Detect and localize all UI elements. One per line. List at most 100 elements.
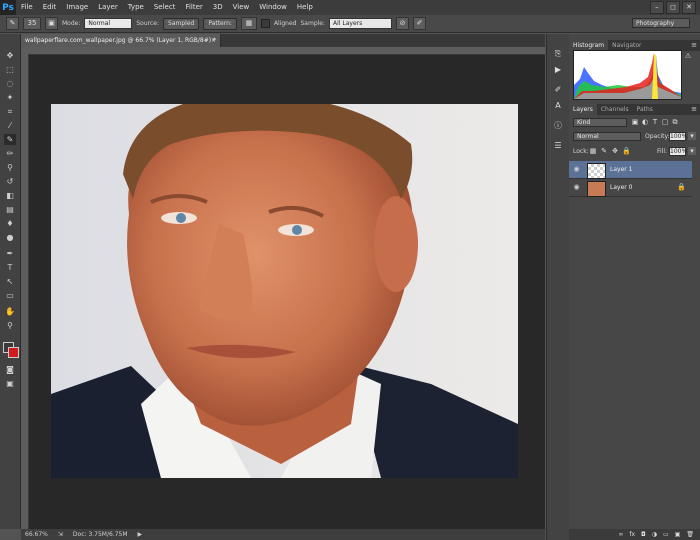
crop-tool-icon[interactable]: ⌗ (4, 106, 16, 117)
lasso-tool-icon[interactable]: ◌ (4, 78, 16, 89)
menu-file[interactable]: File (16, 0, 38, 15)
menu-image[interactable]: Image (61, 0, 93, 15)
dodge-tool-icon[interactable]: ● (4, 232, 16, 243)
hand-tool-icon[interactable]: ✋ (4, 306, 16, 317)
aligned-checkbox[interactable] (260, 19, 270, 28)
workspace-select[interactable]: Photography (632, 18, 690, 28)
eyedropper-tool-icon[interactable]: ⁄ (4, 120, 16, 131)
mask-icon[interactable]: ◘ (641, 531, 646, 538)
layer-filter-kind-select[interactable]: Kind (573, 118, 627, 127)
document-tab[interactable]: wallpaperflare.com_wallpaper.jpg @ 66.7%… (21, 34, 221, 47)
new-layer-icon[interactable]: ▣ (675, 531, 681, 538)
export-icon[interactable]: ⇲ (58, 531, 63, 538)
sample-select[interactable]: All Layers (329, 18, 393, 29)
layer-name: Layer 0 (610, 184, 633, 191)
lock-label: Lock: (573, 148, 589, 155)
canvas-image[interactable] (51, 104, 518, 478)
healing-brush-tool-icon[interactable]: ✎ (6, 17, 19, 30)
screen-mode-icon[interactable]: ▣ (4, 378, 16, 389)
histogram-refresh-icon[interactable]: ⚠ (683, 52, 693, 61)
blend-mode-select[interactable]: Normal (573, 132, 641, 141)
close-tab-icon[interactable]: × (211, 34, 216, 47)
history-panel-icon[interactable]: ⎘ (552, 48, 564, 59)
status-menu-arrow-icon[interactable]: ▶ (138, 531, 143, 538)
eye-icon[interactable]: ◉ (572, 165, 581, 174)
mode-select[interactable]: Normal (84, 18, 133, 29)
character-panel-icon[interactable]: A (552, 100, 564, 111)
tab-channels[interactable]: Channels (597, 104, 633, 115)
trash-icon[interactable]: 🗑 (686, 531, 694, 538)
lock-position-icon[interactable]: ✥ (611, 147, 619, 155)
pattern-button[interactable]: Pattern: (203, 17, 237, 30)
menu-type[interactable]: Type (123, 0, 149, 15)
path-select-tool-icon[interactable]: ↖ (4, 276, 16, 287)
blur-tool-icon[interactable]: ♦ (4, 218, 16, 229)
lock-all-icon[interactable]: 🔒 (622, 147, 631, 155)
window-controls: – ◻ ✕ (650, 1, 696, 14)
filter-pixel-icon[interactable]: ▣ (631, 118, 639, 126)
type-tool-icon[interactable]: T (4, 262, 16, 273)
menu-window[interactable]: Window (254, 0, 292, 15)
minimize-button[interactable]: – (650, 1, 664, 14)
fx-icon[interactable]: fx (629, 531, 635, 538)
pattern-picker-icon[interactable]: ▦ (240, 17, 257, 30)
clone-stamp-tool-icon[interactable]: ⚲ (4, 162, 16, 173)
menu-select[interactable]: Select (149, 0, 181, 15)
history-brush-tool-icon[interactable]: ↺ (4, 176, 16, 187)
properties-panel-icon[interactable]: ☰ (552, 140, 564, 151)
opacity-dropdown-icon[interactable]: ▾ (688, 132, 696, 140)
actions-panel-icon[interactable]: ▶ (552, 64, 564, 75)
layer-row[interactable]: ◉ Layer 1 (569, 161, 692, 179)
lock-image-icon[interactable]: ✎ (600, 147, 608, 155)
close-button[interactable]: ✕ (682, 1, 696, 14)
move-tool-icon[interactable]: ✥ (4, 50, 16, 61)
info-panel-icon[interactable]: ⓘ (552, 120, 564, 131)
zoom-level[interactable]: 66.67% (25, 531, 48, 538)
layer-row[interactable]: ◉ Layer 0 🔒 (569, 179, 692, 197)
pen-tool-icon[interactable]: ✒ (4, 248, 16, 259)
status-bar: 66.67% ⇲ Doc: 3.75M/6.75M ▶ (21, 529, 545, 540)
menu-3d[interactable]: 3D (208, 0, 228, 15)
sampled-button[interactable]: Sampled (163, 17, 200, 30)
fill-field[interactable]: 100% (669, 147, 687, 156)
layers-footer: ∞ fx ◘ ◑ ▭ ▣ 🗑 (569, 529, 700, 540)
menu-help[interactable]: Help (292, 0, 318, 15)
shape-tool-icon[interactable]: ▭ (4, 290, 16, 301)
filter-type-icon[interactable]: T (651, 118, 659, 126)
tab-paths[interactable]: Paths (633, 104, 657, 115)
menu-view[interactable]: View (228, 0, 255, 15)
filter-shape-icon[interactable]: ▢ (661, 118, 669, 126)
menu-edit[interactable]: Edit (38, 0, 62, 15)
menu-filter[interactable]: Filter (180, 0, 207, 15)
panel-menu-icon[interactable]: ≡ (691, 40, 697, 51)
maximize-button[interactable]: ◻ (666, 1, 680, 14)
brush-panel-icon[interactable]: ✐ (552, 84, 564, 95)
adjustment-icon[interactable]: ◑ (652, 531, 657, 538)
tools-panel: ✥ ⬚ ◌ ✦ ⌗ ⁄ ✎ ✏ ⚲ ↺ ◧ ▤ ♦ ● ✒ T ↖ ▭ ✋ ⚲ … (0, 34, 21, 529)
layers-panel-menu-icon[interactable]: ≡ (691, 104, 697, 115)
eraser-tool-icon[interactable]: ◧ (4, 190, 16, 201)
background-color-swatch[interactable] (8, 347, 19, 358)
group-icon[interactable]: ▭ (663, 531, 669, 538)
quick-mask-icon[interactable]: ◙ (4, 364, 16, 375)
tab-layers[interactable]: Layers (569, 104, 597, 115)
eye-icon[interactable]: ◉ (572, 183, 581, 192)
link-icon[interactable]: ∞ (618, 531, 623, 538)
filter-adjustment-icon[interactable]: ◐ (641, 118, 649, 126)
filter-smart-object-icon[interactable]: ⧉ (671, 118, 679, 126)
menu-layer[interactable]: Layer (93, 0, 123, 15)
pressure-icon[interactable]: ✐ (413, 17, 427, 30)
zoom-tool-icon[interactable]: ⚲ (4, 320, 16, 331)
brush-settings-icon[interactable]: ▣ (45, 17, 58, 30)
opacity-field[interactable]: 100% (669, 132, 687, 141)
aligned-label: Aligned (273, 20, 297, 27)
quick-select-tool-icon[interactable]: ✦ (4, 92, 16, 103)
brush-size-picker[interactable]: 35 (23, 17, 41, 30)
brush-tool-icon[interactable]: ✏ (4, 148, 16, 159)
ignore-adjustment-icon[interactable]: ⊘ (396, 17, 410, 30)
marquee-tool-icon[interactable]: ⬚ (4, 64, 16, 75)
healing-brush-tool-icon[interactable]: ✎ (4, 134, 16, 145)
gradient-tool-icon[interactable]: ▤ (4, 204, 16, 215)
lock-transparent-icon[interactable]: ▦ (589, 147, 597, 155)
fill-dropdown-icon[interactable]: ▾ (688, 147, 696, 155)
